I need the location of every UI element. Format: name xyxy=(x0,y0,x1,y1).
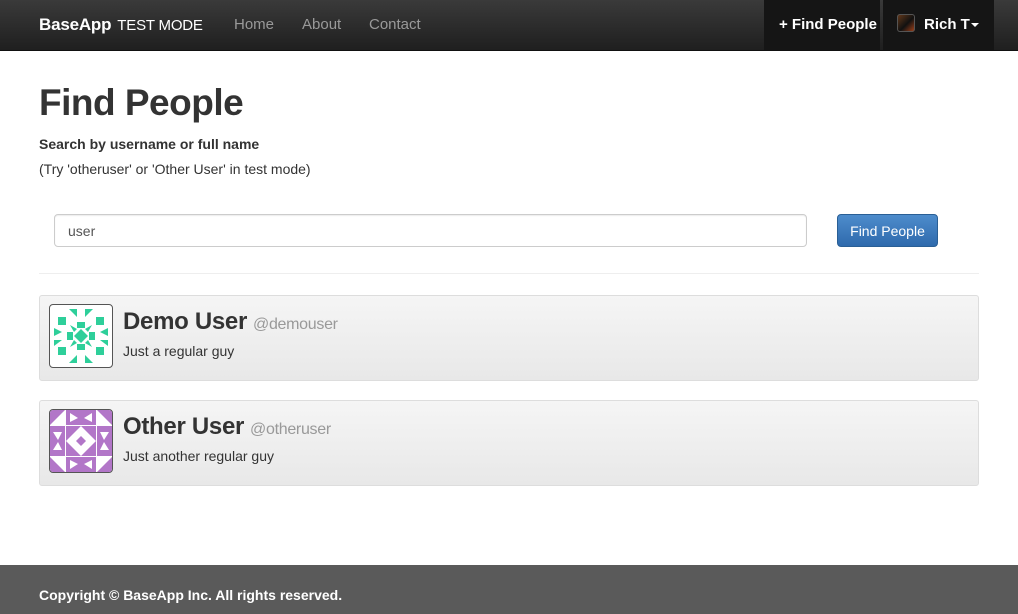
nav-find-people-button[interactable]: + Find People xyxy=(764,0,880,50)
user-avatar xyxy=(897,14,915,32)
result-bio: Just a regular guy xyxy=(123,343,235,359)
identicon-image xyxy=(50,410,112,472)
result-name[interactable]: Demo User @demouser xyxy=(123,308,338,336)
result-fullname[interactable]: Demo User xyxy=(123,308,247,335)
search-input[interactable] xyxy=(54,214,807,247)
search-label: Search by username or full name xyxy=(39,136,260,152)
result-card-demouser[interactable]: Demo User @demouser Just a regular guy xyxy=(39,295,979,381)
user-menu-dropdown[interactable]: Rich T xyxy=(883,0,994,50)
copyright-text: Copyright © BaseApp Inc. All rights rese… xyxy=(39,587,343,603)
nav-home-link[interactable]: Home xyxy=(234,16,274,33)
brand-logo[interactable]: BaseApp TEST MODE xyxy=(39,15,203,35)
result-name[interactable]: Other User @otheruser xyxy=(123,413,331,441)
identicon-image xyxy=(54,309,108,363)
divider xyxy=(39,273,979,274)
result-bio: Just another regular guy xyxy=(123,448,274,464)
user-name: Rich T xyxy=(924,16,970,33)
nav-about-link[interactable]: About xyxy=(302,16,341,33)
page-footer: Copyright © BaseApp Inc. All rights rese… xyxy=(0,565,1018,614)
chevron-down-icon xyxy=(971,23,979,27)
page-title: Find People xyxy=(39,82,244,123)
identicon-avatar[interactable] xyxy=(49,409,113,473)
result-username: @otheruser xyxy=(250,421,331,438)
brand-name[interactable]: BaseApp xyxy=(39,15,111,34)
nav-contact-link[interactable]: Contact xyxy=(369,16,421,33)
search-hint: (Try 'otheruser' or 'Other User' in test… xyxy=(39,161,311,177)
result-fullname[interactable]: Other User xyxy=(123,413,244,440)
top-navbar: BaseApp TEST MODE Home About Contact + Fi… xyxy=(0,0,1018,51)
nav-find-people-label: + Find People xyxy=(779,16,877,33)
result-card-otheruser[interactable]: Other User @otheruser Just another regula… xyxy=(39,400,979,486)
test-mode-label: TEST MODE xyxy=(117,17,203,34)
result-username: @demouser xyxy=(253,316,338,333)
identicon-avatar[interactable] xyxy=(49,304,113,368)
find-people-button[interactable]: Find People xyxy=(837,214,938,247)
